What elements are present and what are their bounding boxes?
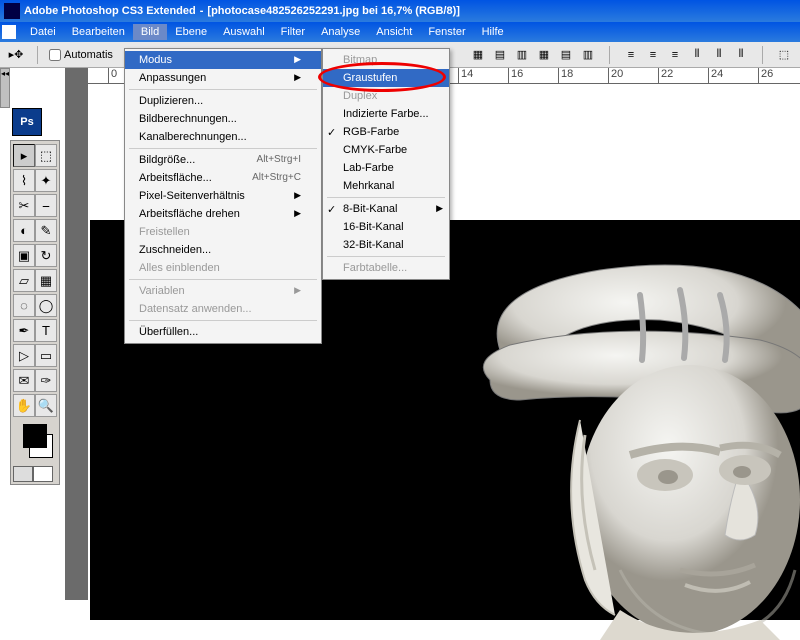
menu-ebene[interactable]: Ebene [167, 24, 215, 40]
menu-item[interactable]: Duplizieren... [125, 92, 321, 110]
distribute-tools: ≡ ≡ ≡ ⦀ ⦀ ⦀ [621, 46, 751, 64]
lasso-tool[interactable]: ⌇ [13, 169, 35, 192]
menu-auswahl[interactable]: Auswahl [215, 24, 273, 40]
menu-item: Duplex [323, 87, 449, 105]
menu-item[interactable]: CMYK-Farbe [323, 141, 449, 159]
stamp-tool[interactable]: ▣ [13, 244, 35, 267]
path-tool[interactable]: ▷ [13, 344, 35, 367]
dodge-tool[interactable]: ◯ [35, 294, 57, 317]
gradient-tool[interactable]: ▦ [35, 269, 57, 292]
zoom-tool[interactable]: 🔍 [35, 394, 57, 417]
doc-title: [photocase482526252291.jpg bei 16,7% (RG… [207, 5, 460, 17]
menu-ansicht[interactable]: Ansicht [368, 24, 420, 40]
app-title: Adobe Photoshop CS3 Extended [24, 5, 196, 17]
marquee-tool[interactable]: ⬚ [35, 144, 57, 167]
menu-filter[interactable]: Filter [273, 24, 313, 40]
notes-tool[interactable]: ✉ [13, 369, 35, 392]
menu-item[interactable]: Indizierte Farbe... [323, 105, 449, 123]
align-icon[interactable]: ▤ [556, 46, 576, 64]
menu-icon [2, 25, 16, 39]
hand-tool[interactable]: ✋ [13, 394, 35, 417]
wand-tool[interactable]: ✦ [35, 169, 57, 192]
type-tool[interactable]: T [35, 319, 57, 342]
menu-item[interactable]: Anpassungen▶ [125, 69, 321, 87]
brush-tool[interactable]: ✎ [35, 219, 57, 242]
distribute-icon[interactable]: ⦀ [731, 46, 751, 64]
align-icon[interactable]: ▦ [534, 46, 554, 64]
menu-item[interactable]: Kanalberechnungen... [125, 128, 321, 146]
menu-item[interactable]: Lab-Farbe [323, 159, 449, 177]
menu-item[interactable]: Graustufen [323, 69, 449, 87]
menu-item: Farbtabelle... [323, 259, 449, 277]
distribute-icon[interactable]: ≡ [643, 46, 663, 64]
align-icon[interactable]: ▥ [578, 46, 598, 64]
menu-item[interactable]: Arbeitsfläche drehen▶ [125, 205, 321, 223]
foreground-color[interactable] [23, 424, 47, 448]
statue-image [420, 240, 800, 640]
menu-datei[interactable]: Datei [22, 24, 64, 40]
move-tool[interactable]: ▸ [13, 144, 35, 167]
menu-hilfe[interactable]: Hilfe [474, 24, 512, 40]
menu-item[interactable]: ✓RGB-Farbe [323, 123, 449, 141]
move-tool-icon[interactable]: ▸✥ [6, 46, 26, 64]
eraser-tool[interactable]: ▱ [13, 269, 35, 292]
menu-item[interactable]: Zuschneiden... [125, 241, 321, 259]
menu-item[interactable]: Bildberechnungen... [125, 110, 321, 128]
menu-fenster[interactable]: Fenster [420, 24, 473, 40]
blur-tool[interactable]: ◌ [13, 294, 35, 317]
chevron-left-icon: ◂◂ [1, 69, 9, 78]
eyedropper-tool[interactable]: ✑ [35, 369, 57, 392]
distribute-icon[interactable]: ⦀ [709, 46, 729, 64]
menu-item[interactable]: 32-Bit-Kanal [323, 236, 449, 254]
auto-select-checkbox[interactable]: Automatis [49, 49, 113, 61]
crop-tool[interactable]: ✂ [13, 194, 35, 217]
panel-collapse-handle[interactable]: ◂◂ [0, 68, 10, 108]
bild-menu: Modus▶Anpassungen▶ Duplizieren...Bildbere… [124, 48, 322, 344]
menu-item[interactable]: 16-Bit-Kanal [323, 218, 449, 236]
menu-bar: Datei Bearbeiten Bild Ebene Auswahl Filt… [0, 22, 800, 42]
menu-item[interactable]: Pixel-Seitenverhältnis▶ [125, 187, 321, 205]
menu-bild[interactable]: Bild [133, 24, 167, 40]
menu-bearbeiten[interactable]: Bearbeiten [64, 24, 133, 40]
shape-tool[interactable]: ▭ [35, 344, 57, 367]
app-icon [4, 3, 20, 19]
align-icon[interactable]: ▦ [468, 46, 488, 64]
heal-tool[interactable]: ◐ [13, 219, 35, 242]
modus-submenu: BitmapGraustufenDuplexIndizierte Farbe..… [322, 48, 450, 280]
ps-badge[interactable]: Ps [12, 108, 42, 136]
menu-item[interactable]: Bildgröße...Alt+Strg+I [125, 151, 321, 169]
menu-item: Datensatz anwenden... [125, 300, 321, 318]
menu-analyse[interactable]: Analyse [313, 24, 368, 40]
distribute-icon[interactable]: ≡ [665, 46, 685, 64]
slice-tool[interactable]: ⎯ [35, 194, 57, 217]
distribute-icon[interactable]: ≡ [621, 46, 641, 64]
menu-item: Bitmap [323, 51, 449, 69]
align-icon[interactable]: ▥ [512, 46, 532, 64]
menu-item: Alles einblenden [125, 259, 321, 277]
title-bar: Adobe Photoshop CS3 Extended - [photocas… [0, 0, 800, 22]
color-swatches[interactable] [13, 424, 57, 458]
align-tools: ▦ ▤ ▥ ▦ ▤ ▥ [468, 46, 598, 64]
menu-item[interactable]: Überfüllen... [125, 323, 321, 341]
menu-item: Freistellen [125, 223, 321, 241]
history-brush-tool[interactable]: ↻ [35, 244, 57, 267]
menu-item[interactable]: Mehrkanal [323, 177, 449, 195]
menu-item[interactable]: ✓8-Bit-Kanal▶ [323, 200, 449, 218]
arrange-icon[interactable]: ⬚ [774, 46, 794, 64]
toolbox: ▸⬚ ⌇✦ ✂⎯ ◐✎ ▣↻ ▱▦ ◌◯ ✒T ▷▭ ✉✑ ✋🔍 [10, 140, 60, 485]
quickmask-toggle[interactable] [13, 466, 57, 482]
menu-item: Variablen▶ [125, 282, 321, 300]
pen-tool[interactable]: ✒ [13, 319, 35, 342]
menu-item[interactable]: Arbeitsfläche...Alt+Strg+C [125, 169, 321, 187]
menu-item[interactable]: Modus▶ [125, 51, 321, 69]
align-icon[interactable]: ▤ [490, 46, 510, 64]
distribute-icon[interactable]: ⦀ [687, 46, 707, 64]
